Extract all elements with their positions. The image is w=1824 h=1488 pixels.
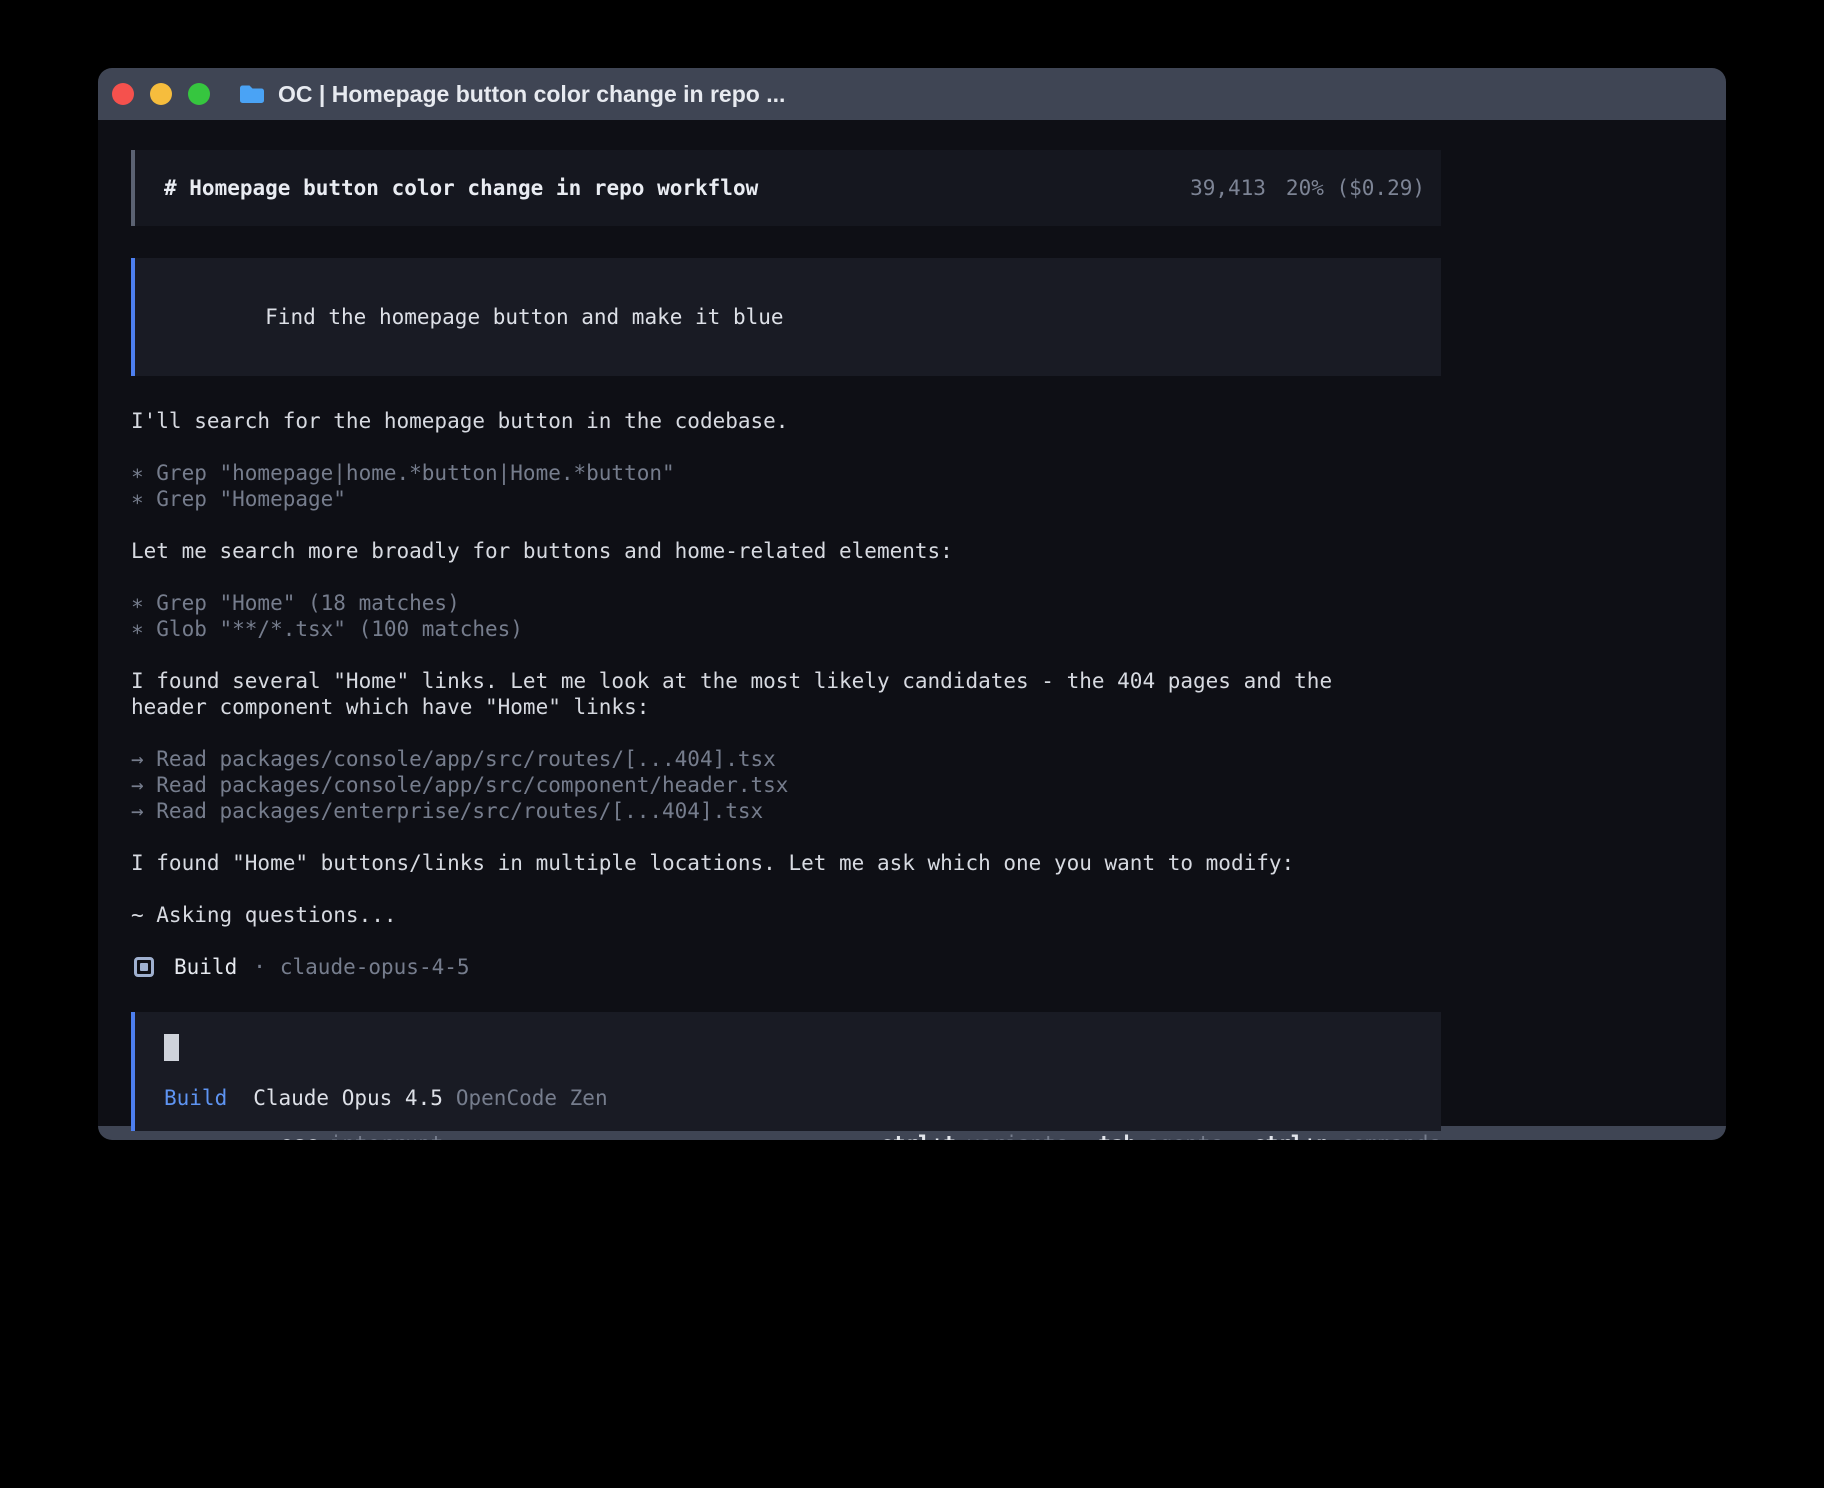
session-stats: 39,413 20% ($0.29) (1190, 175, 1425, 201)
input-provider-label: OpenCode Zen (456, 1085, 608, 1111)
prompt-input[interactable]: Build Claude Opus 4.5 OpenCode Zen (131, 1012, 1441, 1131)
agent-box-icon (134, 957, 154, 977)
transcript-line: I'll search for the homepage button in t… (131, 408, 1441, 434)
folder-icon (238, 83, 266, 105)
transcript-line: ∗ Grep "Home" (18 matches) (131, 590, 1441, 616)
shortcut-key: ctrl+p (1253, 1131, 1329, 1140)
spinner-dots-icon: •••••••• (131, 1131, 255, 1140)
interrupt-label: interrupt (329, 1131, 443, 1140)
window-title-group: OC | Homepage button color change in rep… (238, 81, 785, 108)
blank-line (131, 928, 1441, 954)
transcript-line: I found "Home" buttons/links in multiple… (131, 850, 1441, 876)
transcript: I'll search for the homepage button in t… (131, 408, 1441, 954)
agent-separator: · (253, 954, 266, 980)
session-header: # Homepage button color change in repo w… (131, 150, 1441, 226)
context-cost: 20% ($0.29) (1286, 175, 1425, 201)
blank-line (131, 642, 1441, 668)
terminal-window: OC | Homepage button color change in rep… (98, 68, 1726, 1140)
blank-line (131, 824, 1441, 850)
user-message-text: Find the homepage button and make it blu… (265, 305, 783, 329)
input-model-label: Claude Opus 4.5 (253, 1085, 443, 1111)
transcript-line: I found several "Home" links. Let me loo… (131, 668, 1441, 694)
blank-line (131, 720, 1441, 746)
minimize-window-button[interactable] (150, 83, 172, 105)
transcript-line: ∗ Grep "Homepage" (131, 486, 1441, 512)
terminal-body: # Homepage button color change in repo w… (98, 120, 1726, 1126)
blank-line (131, 512, 1441, 538)
text-cursor (164, 1034, 179, 1061)
input-footer: Build Claude Opus 4.5 OpenCode Zen (164, 1085, 1425, 1111)
statusbar-shortcuts: ctrl+t variants tab agents ctrl+p comman… (850, 1131, 1441, 1140)
agent-name: Build (174, 954, 237, 980)
transcript-line: ∗ Grep "homepage|home.*button|Home.*butt… (131, 460, 1441, 486)
session-title: # Homepage button color change in repo w… (164, 175, 758, 201)
input-mode-label: Build (164, 1085, 227, 1111)
traffic-lights (112, 83, 210, 105)
transcript-line: header component which have "Home" links… (131, 694, 1441, 720)
session-content: # Homepage button color change in repo w… (131, 120, 1441, 1131)
shortcut-label: commands (1340, 1131, 1441, 1140)
close-window-button[interactable] (112, 83, 134, 105)
shortcut-key: tab (1098, 1131, 1136, 1140)
transcript-line: ~ Asking questions... (131, 902, 1441, 928)
zoom-window-button[interactable] (188, 83, 210, 105)
transcript-line: → Read packages/console/app/src/componen… (131, 772, 1441, 798)
shortcut-label: variants (967, 1131, 1068, 1140)
shortcut-label: agents (1147, 1131, 1223, 1140)
window-title: OC | Homepage button color change in rep… (278, 81, 785, 108)
user-message: Find the homepage button and make it blu… (131, 258, 1441, 376)
interrupt-key: esc (281, 1131, 319, 1140)
blank-line (131, 564, 1441, 590)
blank-line (131, 876, 1441, 902)
blank-line (131, 434, 1441, 460)
shortcut-agents: tab agents (1098, 1131, 1223, 1140)
transcript-line: → Read packages/console/app/src/routes/[… (131, 746, 1441, 772)
shortcut-commands: ctrl+p commands (1253, 1131, 1441, 1140)
shortcut-variants: ctrl+t variants (880, 1131, 1068, 1140)
transcript-line: ∗ Glob "**/*.tsx" (100 matches) (131, 616, 1441, 642)
agent-model: claude-opus-4-5 (280, 954, 470, 980)
agent-status-row: Build · claude-opus-4-5 (131, 954, 1441, 980)
token-count: 39,413 (1190, 175, 1266, 201)
shortcut-key: ctrl+t (880, 1131, 956, 1140)
titlebar: OC | Homepage button color change in rep… (98, 68, 1726, 120)
status-bar: •••••••• esc interrupt ctrl+t variants t… (131, 1131, 1441, 1140)
transcript-line: Let me search more broadly for buttons a… (131, 538, 1441, 564)
transcript-line: → Read packages/enterprise/src/routes/[.… (131, 798, 1441, 824)
